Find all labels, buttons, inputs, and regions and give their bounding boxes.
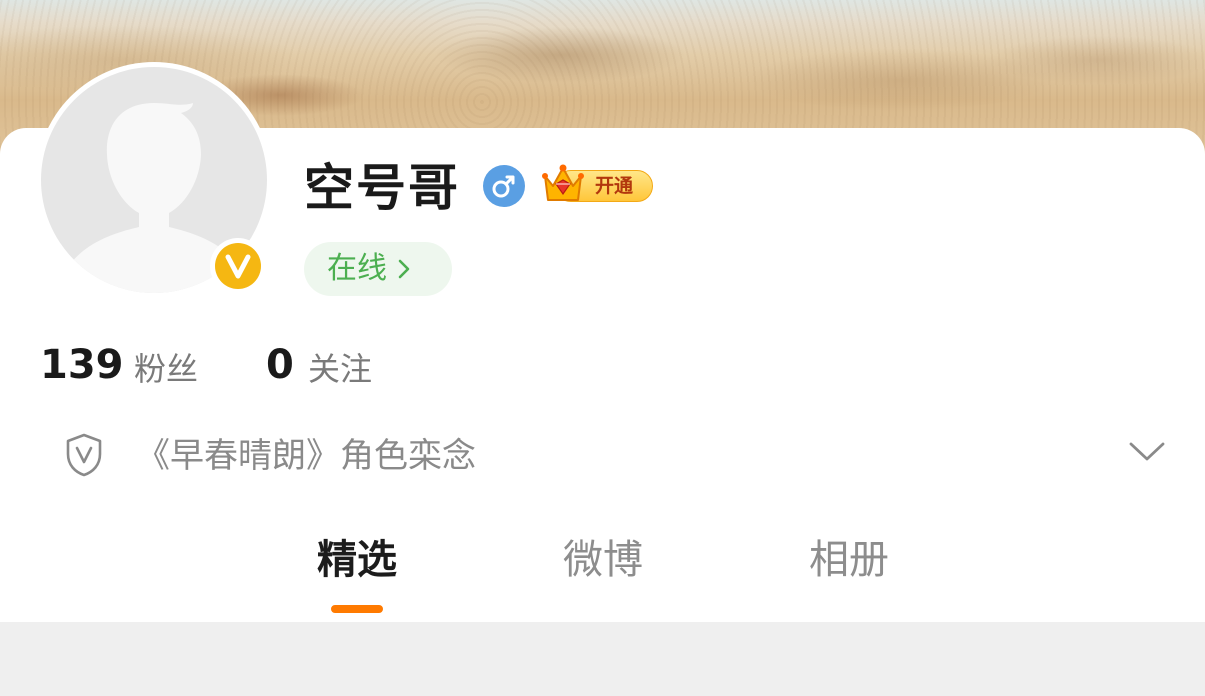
verified-badge[interactable] <box>210 238 266 294</box>
chevron-down-icon[interactable] <box>1128 440 1166 464</box>
fans-count[interactable]: 139 <box>40 338 124 392</box>
vip-open-button[interactable]: 开通 <box>541 162 653 206</box>
following-label[interactable]: 关注 <box>308 344 372 394</box>
online-status-label: 在线 <box>327 251 387 286</box>
profile-tabs: 精选 微博 相册 <box>0 530 1205 622</box>
shield-icon <box>66 433 102 477</box>
vip-label: 开通 <box>594 175 633 197</box>
chevron-right-icon <box>397 257 411 281</box>
profile-page: 空号哥 开通 在线 139 粉丝 0 关注 《早春晴朗》角色栾念 精选 微博 相… <box>0 0 1205 696</box>
tab-album[interactable]: 相册 <box>769 530 929 590</box>
following-count[interactable]: 0 <box>266 338 294 392</box>
online-status-button[interactable]: 在线 <box>304 242 452 296</box>
bio-text: 《早春晴朗》角色栾念 <box>136 436 476 476</box>
content-area-background <box>0 622 1205 696</box>
tab-featured[interactable]: 精选 <box>277 530 437 590</box>
verified-v-icon <box>215 243 261 289</box>
active-tab-indicator <box>331 605 383 613</box>
fans-label[interactable]: 粉丝 <box>134 344 198 394</box>
bio-row[interactable]: 《早春晴朗》角色栾念 <box>0 426 1205 486</box>
tab-weibo[interactable]: 微博 <box>523 530 683 590</box>
profile-name: 空号哥 <box>304 159 460 217</box>
male-icon <box>483 165 525 207</box>
